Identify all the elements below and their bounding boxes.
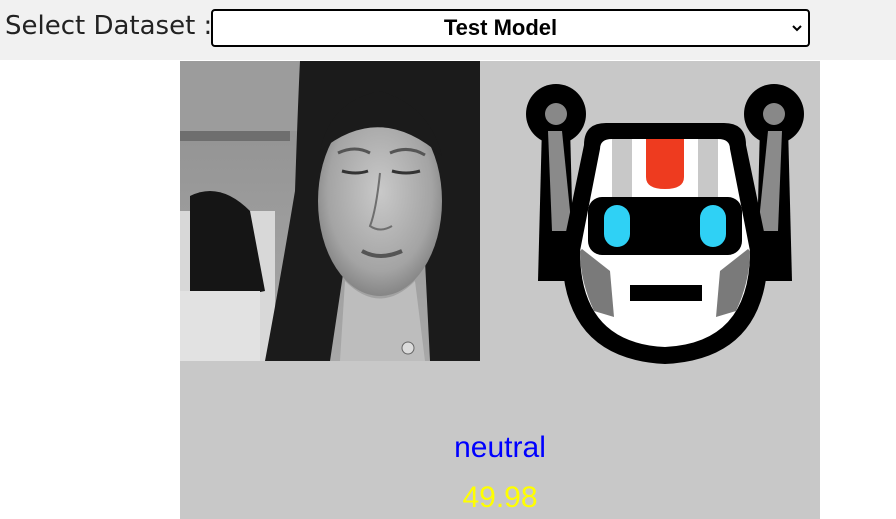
top-toolbar: Select Dataset : Test Model (0, 0, 896, 60)
select-dataset-label: Select Dataset : (5, 11, 213, 41)
emotion-label: neutral (454, 431, 546, 464)
prediction-panel: neutral 49.98 (180, 61, 820, 519)
confidence-score: 49.98 (462, 481, 538, 514)
dataset-select[interactable]: Test Model (211, 9, 810, 47)
chevron-down-icon (792, 25, 802, 32)
webcam-image (180, 61, 480, 361)
dataset-select-value: Test Model (443, 15, 558, 40)
robot-face-icon (526, 84, 804, 364)
